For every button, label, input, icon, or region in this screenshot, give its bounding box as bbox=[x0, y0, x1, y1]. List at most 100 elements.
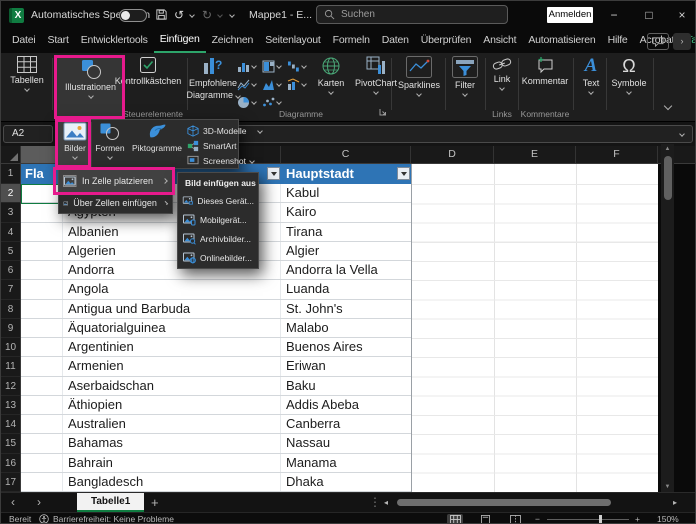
header-cell-hauptstadt[interactable]: Hauptstadt bbox=[286, 164, 354, 184]
excel-logo-icon[interactable]: X bbox=[9, 8, 24, 23]
scroll-left-button[interactable]: ◂ bbox=[384, 493, 388, 512]
filter-dropdown-button[interactable] bbox=[397, 167, 410, 180]
karten-button[interactable]: Karten bbox=[313, 56, 349, 94]
cell-flag[interactable] bbox=[21, 473, 63, 491]
prev-sheet-button[interactable]: ‹ bbox=[11, 493, 15, 512]
screenshot-menu-button[interactable]: Screenshot bbox=[187, 153, 254, 168]
cell-capital[interactable]: Addis Abeba bbox=[281, 396, 411, 414]
cell-capital[interactable]: Dhaka bbox=[281, 473, 411, 491]
row-header-12[interactable]: 12 bbox=[1, 377, 20, 396]
row-header-5[interactable]: 5 bbox=[1, 242, 20, 261]
tab-hilfe[interactable]: Hilfe bbox=[602, 29, 634, 53]
tab-ansicht[interactable]: Ansicht bbox=[477, 29, 522, 53]
menu-item-mobilgerät-[interactable]: Mobilgerät... bbox=[178, 210, 258, 229]
page-break-view-button[interactable] bbox=[507, 514, 523, 524]
cell-flag[interactable] bbox=[21, 434, 63, 452]
row-header-14[interactable]: 14 bbox=[1, 415, 20, 434]
cell-capital[interactable]: Eriwan bbox=[281, 357, 411, 375]
horizontal-scroll-thumb[interactable] bbox=[397, 499, 611, 506]
tab-einfügen[interactable]: Einfügen bbox=[154, 29, 206, 53]
row-header-16[interactable]: 16 bbox=[1, 454, 20, 473]
row-header-17[interactable]: 17 bbox=[1, 473, 20, 492]
menu-item--ber-zellen-einf-gen[interactable]: Über Zellen einfügen bbox=[59, 192, 172, 214]
tab-seitenlayout[interactable]: Seitenlayout bbox=[259, 29, 326, 53]
cell-flag[interactable] bbox=[21, 223, 63, 241]
cell-capital[interactable]: Kabul bbox=[281, 184, 411, 202]
tab-datei[interactable]: Datei bbox=[6, 29, 42, 53]
cell-capital[interactable]: Kairo bbox=[281, 203, 411, 221]
tab-entwicklertools[interactable]: Entwicklertools bbox=[75, 29, 154, 53]
search-input[interactable]: Suchen bbox=[316, 5, 508, 24]
row-header-11[interactable]: 11 bbox=[1, 357, 20, 376]
cell-flag[interactable] bbox=[21, 357, 63, 375]
tab-zeichnen[interactable]: Zeichnen bbox=[206, 29, 260, 53]
cell-country[interactable]: Australien bbox=[63, 415, 281, 433]
cell-country[interactable]: Aserbaidschan bbox=[63, 377, 281, 395]
cell-flag[interactable] bbox=[21, 415, 63, 433]
name-box[interactable]: A2 bbox=[3, 125, 53, 143]
formen-menu-button[interactable]: Formen bbox=[93, 122, 127, 168]
cell-flag[interactable] bbox=[21, 280, 63, 298]
cell-country[interactable]: Äthiopien bbox=[63, 396, 281, 414]
piktogramme-menu-button[interactable]: Piktogramme bbox=[128, 122, 186, 168]
cell-capital[interactable]: Luanda bbox=[281, 280, 411, 298]
cell-capital[interactable]: Tirana bbox=[281, 223, 411, 241]
expand-formula-bar-icon[interactable] bbox=[679, 131, 685, 137]
cell-flag[interactable] bbox=[21, 319, 63, 337]
add-sheet-button[interactable]: + bbox=[151, 493, 159, 512]
close-button[interactable]: × bbox=[667, 1, 696, 29]
text-button[interactable]: A Text bbox=[577, 56, 605, 94]
cell-flag[interactable] bbox=[21, 396, 63, 414]
histogram-chart-button[interactable] bbox=[262, 75, 287, 93]
row-header-6[interactable]: 6 bbox=[1, 261, 20, 280]
cell-capital[interactable]: Canberra bbox=[281, 415, 411, 433]
tab-daten[interactable]: Daten bbox=[376, 29, 415, 53]
sheet-tab-tabelle1[interactable]: Tabelle1 bbox=[77, 493, 144, 512]
cell-flag[interactable] bbox=[21, 454, 63, 472]
zoom-in-button[interactable]: + bbox=[635, 513, 640, 524]
quick-access-more-icon[interactable] bbox=[229, 12, 235, 18]
zoom-level[interactable]: 150% bbox=[657, 513, 679, 524]
cell-country[interactable]: Bangladesch bbox=[63, 473, 281, 491]
tab-formeln[interactable]: Formeln bbox=[327, 29, 376, 53]
minimize-button[interactable]: − bbox=[599, 1, 629, 29]
row-header-13[interactable]: 13 bbox=[1, 396, 20, 415]
row-header-7[interactable]: 7 bbox=[1, 280, 20, 299]
cell-flag[interactable] bbox=[21, 300, 63, 318]
bilder-menu-button[interactable]: Bilder bbox=[58, 122, 92, 168]
cell-flag[interactable] bbox=[21, 203, 63, 221]
signin-button[interactable]: Anmelden bbox=[547, 7, 593, 23]
row-header-8[interactable]: 8 bbox=[1, 300, 20, 319]
cell-flag[interactable] bbox=[21, 261, 63, 279]
maximize-button[interactable]: □ bbox=[634, 1, 664, 29]
menu-item-archivbilder-[interactable]: Archivbilder... bbox=[178, 229, 258, 248]
accessibility-status[interactable]: Barrierefreiheit: Keine Probleme bbox=[53, 513, 174, 524]
filter-button[interactable]: Filter bbox=[449, 56, 481, 96]
cell-flag[interactable] bbox=[21, 242, 63, 260]
zoom-out-button[interactable]: − bbox=[535, 513, 540, 524]
undo-chevron-icon[interactable] bbox=[189, 12, 195, 18]
row-header-10[interactable]: 10 bbox=[1, 338, 20, 357]
cell-country[interactable]: Bahrain bbox=[63, 454, 281, 472]
collapse-ribbon-icon[interactable] bbox=[664, 102, 672, 110]
column-chart-button[interactable] bbox=[237, 57, 262, 75]
line-chart-button[interactable] bbox=[237, 75, 262, 93]
page-layout-view-button[interactable] bbox=[477, 514, 493, 524]
cell-capital[interactable]: Manama bbox=[281, 454, 411, 472]
cell-capital[interactable]: Andorra la Vella bbox=[281, 261, 411, 279]
link-button[interactable]: Link bbox=[489, 56, 515, 90]
scroll-right-button[interactable]: ▸ bbox=[673, 493, 677, 512]
vertical-scrollbar[interactable]: ▲ ▼ bbox=[661, 144, 674, 492]
horizontal-scrollbar[interactable] bbox=[394, 499, 669, 507]
combo-chart-button[interactable] bbox=[287, 75, 312, 93]
cell-country[interactable]: Äquatorialguinea bbox=[63, 319, 281, 337]
menu-item-in-zelle-platzieren[interactable]: In Zelle platzieren bbox=[59, 170, 172, 192]
splitter-icon[interactable]: ⋮ bbox=[369, 493, 381, 512]
cell-country[interactable]: Armenien bbox=[63, 357, 281, 375]
tab-automatisieren[interactable]: Automatisieren bbox=[522, 29, 601, 53]
empfohlene-diagramme-button[interactable]: ? Empfohlene Diagramme bbox=[189, 56, 237, 100]
kontrollkaestchen-button[interactable]: Kontrollkästchen bbox=[115, 56, 181, 86]
scroll-down-icon[interactable]: ▼ bbox=[661, 484, 674, 490]
cell-flag[interactable] bbox=[21, 338, 63, 356]
tabellen-button[interactable]: Tabellen bbox=[5, 56, 49, 91]
